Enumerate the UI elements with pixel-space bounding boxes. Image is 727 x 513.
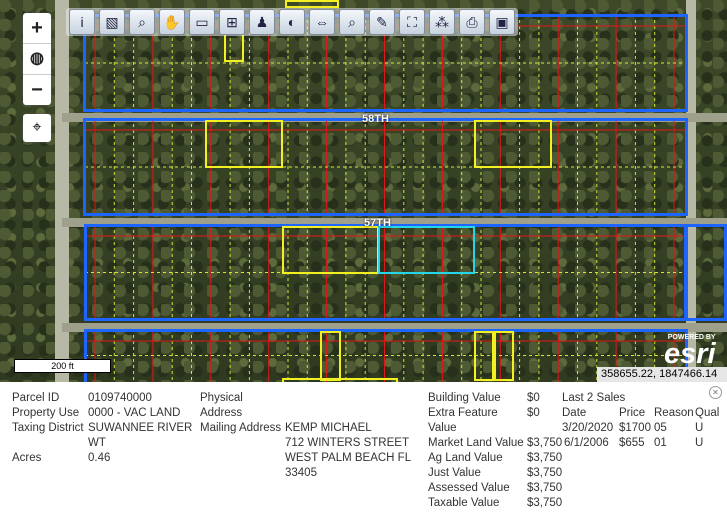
mailing-line: 33405 (285, 467, 317, 479)
search-zoom-icon[interactable]: ⌕ (339, 9, 365, 35)
label-assessed-value: Assessed Value (428, 482, 510, 494)
value-building-value: $0 (527, 392, 540, 404)
globe-home-button[interactable]: ◍ (23, 44, 51, 75)
value-taxable-value: $3,750 (527, 497, 563, 509)
selected-parcel[interactable] (378, 226, 475, 274)
sales-qual: U (695, 437, 704, 449)
zoom-in-button[interactable]: + (23, 13, 51, 44)
sales-date: 6/1/2006 (564, 437, 609, 449)
sales-header-price: Price (619, 407, 646, 419)
marker-icon[interactable]: ♟ (249, 9, 275, 35)
label-extra-feature: Extra Feature (428, 407, 498, 419)
select-area-icon[interactable]: ⊞ (219, 9, 245, 35)
highlighted-parcel[interactable] (474, 120, 552, 168)
label-ag-land-value: Ag Land Value (428, 452, 503, 464)
block-outline (684, 224, 727, 321)
label-just-value: Just Value (428, 467, 481, 479)
zoom-query-icon[interactable]: ⌕ (129, 9, 155, 35)
label-building-value: Building Value (428, 392, 501, 404)
label-property-use: Property Use (12, 407, 80, 419)
measure-icon[interactable]: ⇔ (309, 9, 335, 35)
sales-title: Last 2 Sales (562, 392, 626, 404)
value-parcel-id: 0109740000 (88, 392, 152, 404)
label-taxing-district: Taxing District (12, 422, 84, 434)
label-value: Value (428, 422, 457, 434)
label-market-land-value: Market Land Value (428, 437, 524, 449)
esri-brand-text: esri (664, 338, 716, 370)
value-market-land-value: $3,750 (527, 437, 563, 449)
value-just-value: $3,750 (527, 467, 563, 479)
label-physical: Physical (200, 392, 243, 404)
draw-pencil-icon[interactable]: ✎ (369, 9, 395, 35)
map-view[interactable]: 58TH 57TH i ▧ ⌕ ✋ ▭ ⊞ ♟ ◐ ⇔ ⌕ ✎ ⛶ ⁂ ⎙ ▣ + ◍ − ⌖ 200 ft… (0, 0, 727, 382)
label-mailing-address: Mailing Address (200, 422, 282, 434)
value-ag-land-value: $3,750 (527, 452, 563, 464)
save-icon[interactable]: ▣ (489, 9, 515, 35)
print-icon[interactable]: ⎙ (459, 9, 485, 35)
zoom-controls: + ◍ − (23, 13, 51, 105)
scale-bar: 200 ft (14, 359, 111, 373)
close-icon[interactable]: ✕ (709, 386, 722, 399)
value-assessed-value: $3,750 (527, 482, 563, 494)
value-extra-feature: $0 (527, 407, 540, 419)
highlighted-parcel[interactable] (494, 331, 514, 381)
sales-reason: 05 (654, 422, 667, 434)
label-parcel-id: Parcel ID (12, 392, 60, 404)
value-taxing-district: SUWANNEE RIVER (88, 422, 193, 434)
pan-hand-icon[interactable]: ✋ (159, 9, 185, 35)
zoom-extent-icon[interactable]: ⛶ (399, 9, 425, 35)
highlighted-parcel[interactable] (285, 0, 339, 8)
sales-price: $1700 (619, 422, 651, 434)
buffer-icon[interactable]: ⁂ (429, 9, 455, 35)
coordinate-readout: 358655.22, 1847466.14 (597, 367, 727, 382)
mailing-line: 712 WINTERS STREET (285, 437, 409, 449)
street-label-57th: 57TH (364, 217, 391, 229)
highlighted-parcel[interactable] (474, 331, 494, 381)
sales-header-qual: Qual (695, 407, 720, 419)
sales-qual: U (695, 422, 704, 434)
highlighted-parcel[interactable] (282, 226, 379, 274)
esri-logo: POWERED BY esri (664, 334, 716, 370)
value-acres: 0.46 (88, 452, 111, 464)
eraser-icon[interactable]: ▭ (189, 9, 215, 35)
value-taxing-district-2: WT (88, 437, 106, 449)
highlighted-parcel[interactable] (320, 331, 341, 381)
zoom-out-button[interactable]: − (23, 75, 51, 105)
sales-date: 3/20/2020 (562, 422, 614, 434)
highlighted-parcel[interactable] (205, 120, 283, 168)
sales-header-reason: Reason (654, 407, 694, 419)
label-acres: Acres (12, 452, 42, 464)
select-parcels-icon[interactable]: ▧ (99, 9, 125, 35)
sales-header-date: Date (562, 407, 587, 419)
value-property-use: 0000 - VAC LAND (88, 407, 181, 419)
block-outline (83, 118, 688, 216)
locate-button[interactable]: ⌖ (23, 114, 51, 142)
map-toolbar: i ▧ ⌕ ✋ ▭ ⊞ ♟ ◐ ⇔ ⌕ ✎ ⛶ ⁂ ⎙ ▣ (66, 8, 518, 36)
info-icon[interactable]: i (69, 9, 95, 35)
label-taxable-value: Taxable Value (428, 497, 500, 509)
label-address: Address (200, 407, 243, 419)
street-label-58th: 58TH (362, 113, 389, 125)
globe-layers-icon[interactable]: ◐ (279, 9, 305, 35)
mailing-line: KEMP MICHAEL (285, 422, 372, 434)
sales-reason: 01 (654, 437, 667, 449)
sales-price: $655 (619, 437, 645, 449)
parcel-info-popup: ✕ Parcel ID Property Use Taxing District… (0, 382, 727, 513)
mailing-line: WEST PALM BEACH FL (285, 452, 412, 464)
